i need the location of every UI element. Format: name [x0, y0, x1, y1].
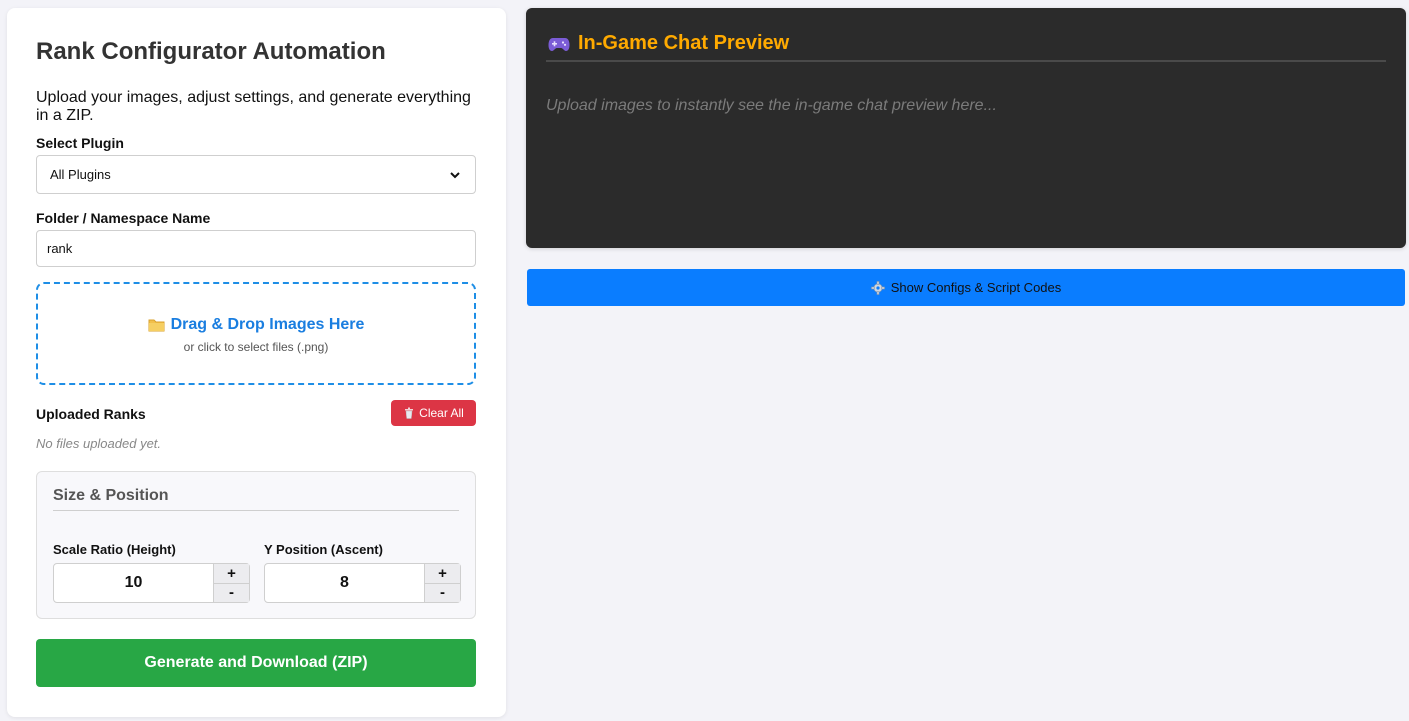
- plugin-select-value: All Plugins: [50, 167, 111, 182]
- no-files-text: No files uploaded yet.: [36, 436, 162, 451]
- page-subtitle: Upload your images, adjust settings, and…: [36, 89, 471, 124]
- scale-ratio-stepper: 10 + -: [53, 563, 250, 603]
- gear-icon: [870, 280, 885, 295]
- namespace-label: Folder / Namespace Name: [36, 210, 211, 226]
- chat-preview-title: In-Game Chat Preview: [548, 32, 789, 55]
- chat-preview-title-text: In-Game Chat Preview: [578, 32, 790, 54]
- trash-icon: [405, 407, 414, 419]
- uploaded-ranks-label: Uploaded Ranks: [36, 406, 146, 422]
- namespace-input-value: rank: [47, 241, 73, 256]
- generate-download-button[interactable]: Generate and Download (ZIP): [36, 639, 476, 687]
- dropzone-main: Drag & Drop Images Here: [38, 316, 474, 334]
- configurator-panel: Rank Configurator Automation Upload your…: [7, 8, 506, 717]
- scale-increment-button[interactable]: +: [214, 564, 249, 584]
- y-decrement-button[interactable]: -: [425, 583, 460, 602]
- image-dropzone[interactable]: Drag & Drop Images Here or click to sele…: [36, 282, 476, 385]
- chat-preview-panel: In-Game Chat Preview Upload images to in…: [526, 8, 1406, 248]
- scale-ratio-label: Scale Ratio (Height): [53, 542, 176, 557]
- y-position-label: Y Position (Ascent): [264, 542, 383, 557]
- gamepad-icon: [548, 37, 570, 51]
- show-configs-button[interactable]: Show Configs & Script Codes: [527, 269, 1405, 306]
- chevron-down-icon: [450, 171, 460, 178]
- size-position-section: Size & Position Scale Ratio (Height) 10 …: [36, 471, 476, 619]
- y-increment-button[interactable]: +: [425, 564, 460, 584]
- y-position-stepper: 8 + -: [264, 563, 461, 603]
- scale-decrement-button[interactable]: -: [214, 583, 249, 602]
- folder-icon: [148, 319, 165, 332]
- scale-ratio-input[interactable]: 10: [54, 564, 213, 602]
- show-configs-label: Show Configs & Script Codes: [890, 280, 1062, 295]
- plugin-select[interactable]: All Plugins: [36, 155, 476, 194]
- y-position-buttons: + -: [424, 564, 460, 602]
- y-position-input[interactable]: 8: [265, 564, 424, 602]
- dropzone-sub-text: or click to select files (.png): [183, 340, 329, 354]
- plugin-label: Select Plugin: [36, 135, 124, 151]
- divider: [546, 60, 1386, 62]
- clear-all-button[interactable]: Clear All: [391, 400, 476, 426]
- chat-preview-placeholder: Upload images to instantly see the in-ga…: [546, 97, 997, 114]
- clear-all-label: Clear All: [419, 406, 464, 420]
- divider: [53, 510, 459, 511]
- dropzone-main-text: Drag & Drop Images Here: [170, 316, 365, 333]
- page-title: Rank Configurator Automation: [36, 38, 386, 65]
- scale-ratio-buttons: + -: [213, 564, 249, 602]
- namespace-input[interactable]: rank: [36, 230, 476, 267]
- size-position-title: Size & Position: [53, 487, 169, 504]
